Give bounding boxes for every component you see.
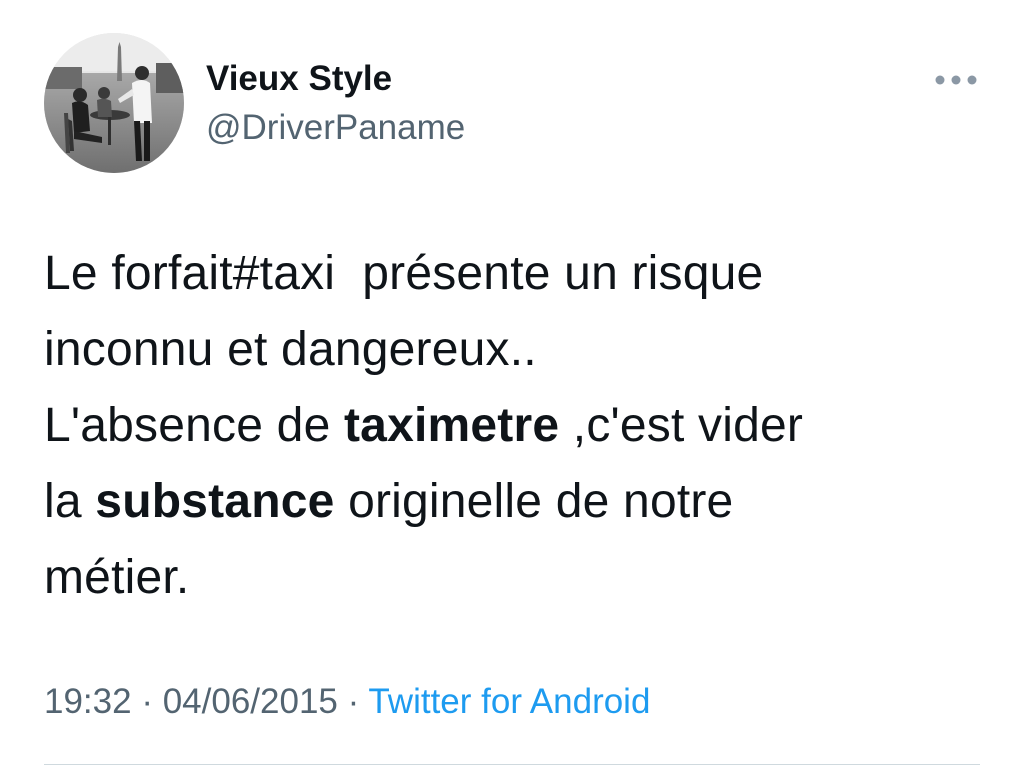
tweet-text-segment: originelle de notre [334, 475, 734, 528]
meta-separator: · [131, 682, 163, 721]
more-horizontal-icon [935, 75, 977, 85]
tweet-text-line: métier. [44, 540, 1004, 616]
tweet-text-line: L'absence de taximetre ,c'est vider [44, 388, 1004, 464]
tweet-text-bold: taximetre [344, 399, 560, 452]
tweet-text-line: inconnu et dangereux.. [44, 312, 1004, 388]
divider [44, 764, 980, 765]
tweet-card: Vieux Style @DriverPaname Le forfait#tax… [0, 0, 1024, 776]
tweet-text-segment: L'absence de [44, 399, 344, 452]
tweet-text-line: Le forfait#taxi présente un risque [44, 236, 1004, 312]
more-options-button[interactable] [928, 62, 984, 98]
tweet-text-bold: substance [95, 475, 335, 528]
avatar[interactable] [44, 33, 184, 173]
tweet-text: Le forfait#taxi présente un risque inconn… [44, 236, 1004, 616]
tweet-text-segment: la [44, 475, 96, 528]
tweet-text-segment: métier. [44, 551, 190, 604]
meta-separator: · [337, 682, 369, 721]
author-display-name[interactable]: Vieux Style [206, 58, 392, 100]
tweet-text-segment: Le forfait#taxi présente un risque [44, 247, 764, 300]
tweet-time[interactable]: 19:32 [44, 682, 132, 721]
tweet-text-segment: inconnu et dangereux.. [44, 323, 537, 376]
tweet-text-line: la substance originelle de notre [44, 464, 1004, 540]
avatar-photo-icon [44, 33, 184, 173]
tweet-date[interactable]: 04/06/2015 [163, 682, 338, 721]
author-handle[interactable]: @DriverPaname [206, 107, 465, 149]
tweet-text-segment: ,c'est vider [559, 399, 804, 452]
tweet-metadata: 19:32 · 04/06/2015 · Twitter for Android [44, 680, 650, 724]
tweet-source-link[interactable]: Twitter for Android [368, 682, 650, 721]
